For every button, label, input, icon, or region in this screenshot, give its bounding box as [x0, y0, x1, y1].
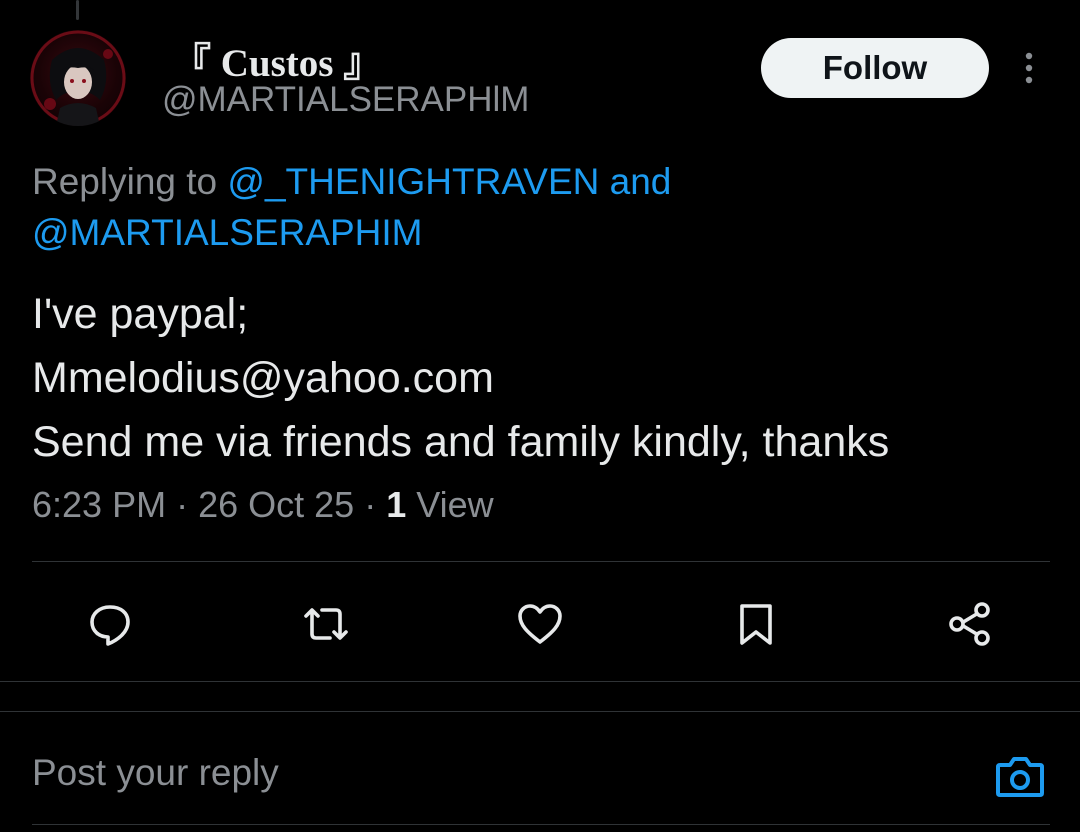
bookmark-icon [740, 604, 772, 645]
bookmark-button[interactable] [730, 598, 782, 650]
avatar-image [30, 30, 126, 126]
retweet-icon [304, 608, 348, 640]
replying-to-prefix: Replying to [32, 161, 218, 202]
mention-link[interactable]: @MARTIALSERAPHIM [32, 212, 423, 253]
tweet-date[interactable]: 26 Oct 25 [198, 484, 354, 525]
author-handle[interactable]: @MARTIALSERAPHlM [162, 80, 529, 120]
like-button[interactable] [514, 598, 566, 650]
divider [0, 681, 1080, 682]
avatar[interactable] [30, 30, 126, 126]
tweet-text-line: Send me via friends and family kindly, t… [32, 418, 890, 466]
view-label: View [416, 484, 494, 525]
mention-link[interactable]: @_THENIGHTRAVEN [227, 161, 599, 202]
reply-icon [90, 605, 130, 646]
view-count: 1 [386, 484, 407, 525]
more-vertical-icon [1025, 52, 1033, 84]
reply-input[interactable]: Post your reply [32, 752, 279, 794]
tweet-text-line: Mmelodius@yahoo.com [32, 354, 494, 402]
tweet-meta: 6:23 PM · 26 Oct 25 · 1 View [32, 484, 494, 526]
reply-button[interactable] [84, 598, 136, 650]
tweet-text-line: I've paypal; [32, 290, 249, 338]
tweet-body: I've paypal; Mmelodius@yahoo.com Send me… [32, 282, 1062, 474]
share-icon [949, 602, 990, 646]
divider [0, 711, 1080, 712]
divider [32, 561, 1050, 562]
thread-line [76, 0, 79, 20]
divider [32, 824, 1050, 825]
meta-separator: · [364, 484, 387, 525]
like-icon [518, 604, 562, 644]
share-button[interactable] [944, 598, 996, 650]
tweet-time[interactable]: 6:23 PM [32, 484, 166, 525]
camera-button[interactable] [994, 753, 1046, 801]
retweet-button[interactable] [300, 598, 352, 650]
more-options-button[interactable] [1014, 48, 1044, 88]
camera-icon [996, 757, 1044, 797]
replying-to-and: and [609, 161, 672, 202]
follow-button[interactable]: Follow [761, 38, 989, 98]
meta-separator: · [176, 484, 199, 525]
replying-to: Replying to @_THENIGHTRAVEN and @MARTIAL… [32, 156, 1032, 258]
